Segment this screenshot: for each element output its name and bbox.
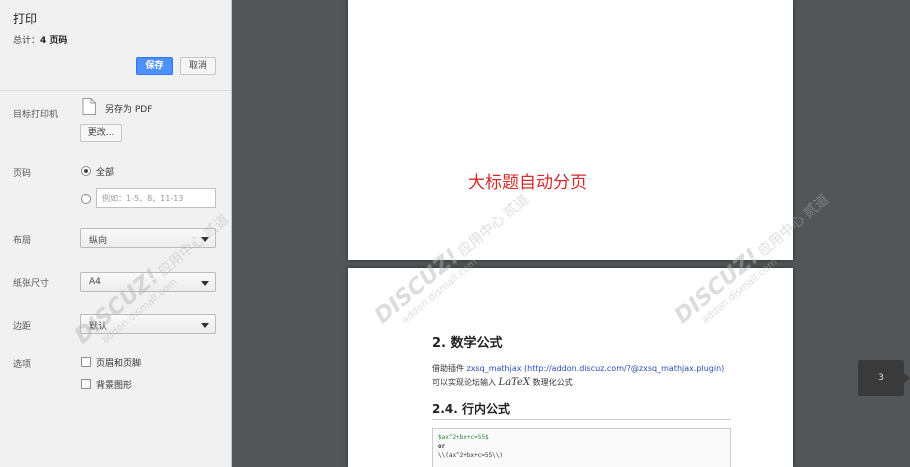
pages-label: 页码 bbox=[13, 169, 32, 179]
section-heading: 2. 数学公式 bbox=[432, 336, 503, 351]
plugin-link[interactable]: zxsq_mathjax (http://addon.discuz.com/?@… bbox=[467, 364, 725, 373]
code-line: or bbox=[438, 443, 446, 450]
page-heading: 大标题自动分页 bbox=[468, 173, 587, 193]
print-header: 打印 总计：4 页码 保存 取消 bbox=[0, 0, 231, 91]
margins-select[interactable]: 默认 bbox=[80, 314, 216, 334]
layout-label: 布局 bbox=[13, 236, 32, 246]
chevron-down-icon bbox=[201, 281, 209, 286]
code-line: $ax^2+bx+c=55$ bbox=[438, 434, 489, 441]
pdf-document-icon bbox=[82, 98, 96, 115]
preview-page: 2. 数学公式 借助插件 zxsq_mathjax (http://addon.… bbox=[348, 268, 793, 467]
layout-select[interactable]: 纵向 bbox=[80, 228, 216, 248]
print-title: 打印 bbox=[13, 12, 38, 26]
total-value: 4 页码 bbox=[40, 36, 68, 46]
code-line: \\(ax^2+bx+c=55\\) bbox=[438, 452, 504, 459]
options-label: 选项 bbox=[13, 360, 32, 370]
pages-range-radio[interactable] bbox=[81, 194, 91, 204]
margins-label: 边距 bbox=[13, 322, 32, 332]
paper-size-value: A4 bbox=[89, 277, 101, 287]
print-sidebar: 打印 总计：4 页码 保存 取消 目标打印机 另存为 PDF 更改... 页码 … bbox=[0, 0, 232, 467]
header-footer-label: 页眉和页脚 bbox=[96, 359, 142, 369]
cancel-button[interactable]: 取消 bbox=[180, 57, 216, 75]
total-prefix: 总计： bbox=[13, 36, 41, 46]
background-graphics-checkbox[interactable] bbox=[81, 379, 91, 389]
preview-page: 大标题自动分页 bbox=[348, 0, 793, 260]
destination-name: 另存为 PDF bbox=[105, 105, 153, 115]
layout-value: 纵向 bbox=[89, 236, 108, 246]
pages-all-label: 全部 bbox=[96, 168, 115, 178]
margins-value: 默认 bbox=[89, 322, 108, 332]
plugin-description: 借助插件 zxsq_mathjax (http://addon.discuz.c… bbox=[432, 363, 724, 374]
subsection-heading: 2.4. 行内公式 bbox=[432, 400, 731, 420]
description-prefix: 借助插件 bbox=[432, 364, 467, 373]
save-button[interactable]: 保存 bbox=[136, 57, 173, 75]
header-footer-checkbox[interactable] bbox=[81, 357, 91, 367]
code-block: $ax^2+bx+c=55$ or \\(ax^2+bx+c=55\\) bbox=[432, 428, 731, 467]
background-graphics-label: 背景图形 bbox=[96, 381, 133, 391]
pages-range-input[interactable] bbox=[96, 188, 216, 208]
chevron-down-icon bbox=[201, 237, 209, 242]
latex-description: 可以实现论坛输入 LaTeX 数理化公式 bbox=[432, 377, 573, 388]
description-suffix: 数理化公式 bbox=[530, 378, 573, 387]
total-pages: 总计：4 页码 bbox=[13, 33, 67, 46]
paper-size-label: 纸张尺寸 bbox=[13, 279, 50, 289]
paper-size-select[interactable]: A4 bbox=[80, 272, 216, 292]
change-destination-button[interactable]: 更改... bbox=[80, 124, 122, 142]
description-prefix: 可以实现论坛输入 bbox=[432, 378, 499, 387]
print-preview[interactable]: 大标题自动分页 2. 数学公式 借助插件 zxsq_mathjax (http:… bbox=[233, 0, 910, 467]
chevron-down-icon bbox=[201, 323, 209, 328]
latex-logo: LaTeX bbox=[498, 377, 531, 388]
destination-label: 目标打印机 bbox=[13, 110, 59, 120]
pages-all-radio[interactable] bbox=[81, 166, 91, 176]
page-number-indicator: 3 bbox=[858, 360, 910, 396]
